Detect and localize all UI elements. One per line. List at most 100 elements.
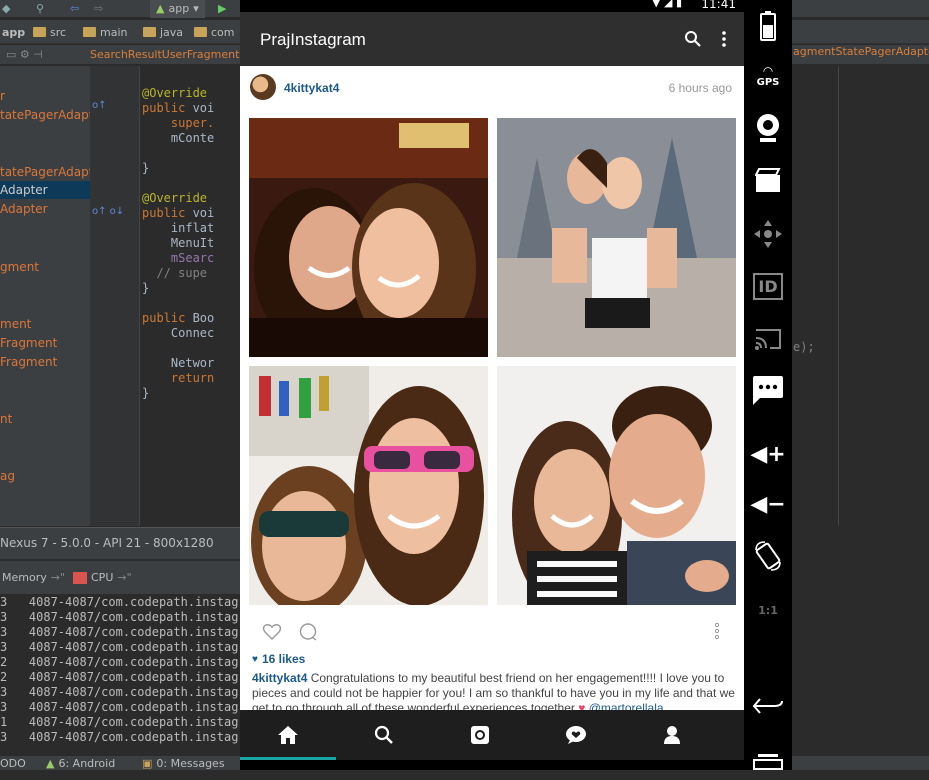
override-marker-icon[interactable]: o↑ o↓ [92,206,124,217]
post-photo-4[interactable] [497,366,736,605]
webcam-icon[interactable] [744,108,792,148]
tree-item[interactable]: ment [0,315,90,333]
breadcrumb-item-4[interactable]: com [194,24,235,40]
tab-fragment-state-pager-adapter[interactable]: agmentStatePagerAdapter [793,45,929,58]
breadcrumb-item-0[interactable]: app [2,24,25,40]
run-icon[interactable]: ▶ [218,0,226,18]
nav-search[interactable] [336,710,432,760]
volume-down-button[interactable]: ◀ − [744,484,792,524]
device-label: Nexus 7 - 5.0.0 - API 21 - 800x1280 [0,536,214,550]
right-editor[interactable] [792,66,929,526]
overflow-menu-icon[interactable] [713,28,735,50]
folder-icon [33,27,46,37]
likes-count[interactable]: ♥ 16 likes [252,652,305,666]
code-editor[interactable]: @Override public voi super. mConte } @Ov… [142,66,242,526]
media-icon[interactable] [744,160,792,200]
run-config-select[interactable]: ▲ app ▾ [150,0,205,18]
chevron-down-icon: ▾ [193,2,199,15]
tree-item[interactable]: tatePagerAdapter [0,106,90,124]
id-button[interactable]: ID [744,266,792,306]
code-line: } [142,386,150,400]
device-selector[interactable]: Nexus 7 - 5.0.0 - API 21 - 800x1280 [0,527,240,559]
code-fragment: e); [793,340,815,354]
post-photo-1[interactable] [249,118,488,357]
folder-icon [194,27,207,37]
todo-tab[interactable]: ODO [0,757,26,770]
emulator-controls: ◠ GPS ID ◀ + ◀ − 1:1 [744,0,792,770]
rotate-icon[interactable] [744,536,792,576]
nav-home[interactable] [240,710,336,760]
project-tree: r tatePagerAdapter tatePagerAdapter Adap… [0,66,90,526]
folder-icon [143,27,156,37]
post-caption: 4kittykat4 Congratulations to my beautif… [252,671,736,710]
tree-item[interactable]: Fragment [0,334,90,352]
post-photo-3[interactable] [249,366,488,605]
nav-activity[interactable] [528,710,624,760]
post-header: 4kittykat4 6 hours ago [240,66,744,110]
project-tool-icons[interactable]: ▭ ⚙ ⊣ [6,48,43,61]
post-actions [240,616,744,646]
nav-back-icon[interactable]: ◆ [2,0,10,18]
caption-mention[interactable]: @martorellala [589,701,664,710]
tab-memory[interactable]: Memory →" [2,571,65,584]
feed[interactable]: 4kittykat4 6 hours ago ♥ 16 likes 4kitty… [240,66,744,710]
scale-button[interactable]: 1:1 [744,590,792,630]
tree-item[interactable]: tatePagerAdapter [0,163,90,181]
tree-item[interactable]: nt [0,410,90,428]
messages-icon: ▣ [142,757,153,770]
breadcrumb-item-3[interactable]: java [143,24,183,40]
tree-item[interactable]: gment [0,258,90,276]
battery-icon[interactable] [744,6,792,46]
code-line: @Override [142,86,208,100]
tab-cpu[interactable]: CPU →" [73,571,132,584]
log-line: 3 4087-4087/com.codepath.instag [0,610,239,624]
tree-item[interactable]: Fragment [0,353,90,371]
override-marker-icon[interactable]: o↑ [92,100,107,111]
search-icon[interactable] [682,28,704,50]
tab-search-result-user-fragment[interactable]: SearchResultUserFragment.j [90,48,246,61]
messages-tab[interactable]: ▣ 0: Messages [142,757,225,770]
log-line: 2 4087-4087/com.codepath.instag [0,655,239,669]
dpad-icon[interactable] [744,214,792,254]
log-line: 3 4087-4087/com.codepath.instag [0,595,239,609]
code-line: @Override [142,191,208,205]
code-line: public Boo [142,311,215,325]
code-line: } [142,401,143,416]
nav-profile[interactable] [624,710,720,760]
post-username[interactable]: 4kittykat4 [284,81,339,95]
sms-icon[interactable] [744,370,792,410]
post-options-icon[interactable] [714,622,734,642]
forward-arrow-icon[interactable]: ⇨ [94,0,103,18]
recents-button[interactable] [744,740,792,780]
cast-icon[interactable] [744,318,792,358]
like-heart-icon[interactable] [262,622,282,642]
volume-up-button[interactable]: ◀ + [744,434,792,474]
search-icon[interactable]: ⚲ [36,0,44,18]
folder-icon [83,27,96,37]
caption-username[interactable]: 4kittykat4 [252,671,307,685]
tree-item[interactable]: ag [0,467,90,485]
avatar[interactable] [250,74,276,100]
monitor-tabs: Memory →" CPU →" [0,560,240,594]
signal-icons: ▼ ◢ ▮ [652,0,682,9]
tree-item[interactable]: Adapter [0,200,90,218]
back-arrow-icon[interactable]: ⇦ [70,0,79,18]
breadcrumb-item-2[interactable]: main [83,24,127,40]
nav-camera[interactable] [432,710,528,760]
emulator-bottom-edge [240,760,744,770]
tree-item[interactable]: r [0,87,90,105]
tree-item-selected[interactable]: Adapter [0,181,90,199]
code-line: mSearc [142,251,215,265]
back-button[interactable] [744,686,792,726]
gps-button[interactable]: ◠ GPS [744,56,792,96]
code-line: } [142,281,150,295]
post-photo-2[interactable] [497,118,736,357]
gps-label: GPS [756,76,780,88]
speaker-icon: ◀ [750,441,768,467]
code-line: return [142,371,215,385]
breadcrumb-item-1[interactable]: src [33,24,66,40]
run-config-label: app [168,2,190,15]
heart-emoji-icon: ♥ [578,701,586,710]
comment-icon[interactable] [298,622,318,642]
android-tab[interactable]: ▲ 6: Android [46,757,115,770]
